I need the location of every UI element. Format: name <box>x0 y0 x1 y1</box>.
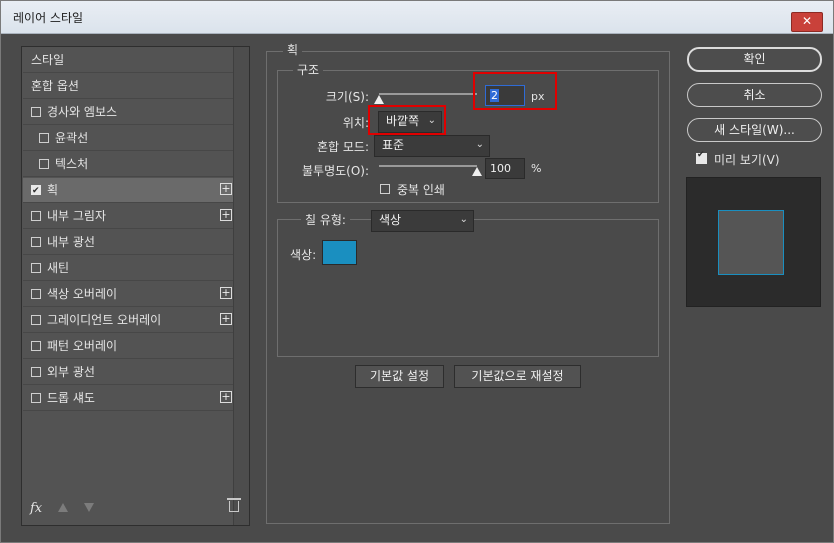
sidebar-item[interactable]: 혼합 옵션 <box>23 74 234 99</box>
fx-menu-icon[interactable]: fx <box>30 501 42 516</box>
size-highlight-box <box>473 72 557 110</box>
size-slider-thumb[interactable] <box>374 95 384 104</box>
sidebar-item[interactable]: 경사와 엠보스 <box>23 100 234 125</box>
style-list-scrollbar[interactable] <box>233 47 249 525</box>
preview-checkbox[interactable] <box>696 150 707 164</box>
sidebar-item-checkbox[interactable] <box>31 179 41 203</box>
fill-type-value: 색상 <box>379 213 402 227</box>
sidebar-item-label: 내부 광선 <box>47 235 95 249</box>
sidebar-item-label: 그레이디언트 오버레이 <box>47 313 162 327</box>
sidebar-item-label: 외부 광선 <box>47 365 95 379</box>
sidebar-item[interactable]: 텍스처 <box>23 152 234 177</box>
sidebar-item-checkbox[interactable] <box>31 393 41 403</box>
opacity-slider-track[interactable] <box>379 165 477 167</box>
opacity-label: 불투명도(O): <box>301 164 369 178</box>
stroke-color-swatch[interactable] <box>322 240 357 265</box>
sidebar-item-label: 경사와 엠보스 <box>47 105 118 119</box>
sidebar-item[interactable]: 획+ <box>23 178 234 203</box>
blend-mode-value: 표준 <box>382 138 405 152</box>
sidebar-item-label: 획 <box>47 183 59 197</box>
fill-type-label: 칠 유형: <box>301 211 350 228</box>
structure-title: 구조 <box>293 61 324 78</box>
sidebar-item[interactable]: 드롭 섀도 + <box>23 386 234 411</box>
cancel-button[interactable]: 취소 <box>687 83 822 107</box>
title-bar: 레이어 스타일 ✕ <box>1 1 833 34</box>
sidebar-item[interactable]: 외부 광선 <box>23 360 234 385</box>
style-preview <box>686 177 821 307</box>
sidebar-item-label: 패턴 오버레이 <box>47 339 118 353</box>
sidebar-item-label: 드롭 섀도 <box>47 391 95 405</box>
style-list-panel: 스타일혼합 옵션경사와 엠보스윤곽선텍스처획+내부 그림자+내부 광선새틴색상 … <box>21 46 250 526</box>
overprint-label: 중복 인쇄 <box>397 183 445 197</box>
color-label: 색상: <box>290 248 317 262</box>
add-effect-icon[interactable]: + <box>220 313 232 325</box>
sidebar-item-checkbox[interactable] <box>31 263 41 273</box>
sidebar-item[interactable]: 내부 광선 <box>23 230 234 255</box>
add-effect-icon[interactable]: + <box>220 391 232 403</box>
sidebar-item-label: 내부 그림자 <box>47 209 107 223</box>
preview-label: 미리 보기(V) <box>714 153 780 167</box>
sidebar-item-label: 스타일 <box>31 53 65 67</box>
sidebar-item-checkbox[interactable] <box>31 289 41 299</box>
sidebar-item[interactable]: 그레이디언트 오버레이 + <box>23 308 234 333</box>
layer-style-dialog: 레이어 스타일 ✕ 스타일혼합 옵션경사와 엠보스윤곽선텍스처획+내부 그림자+… <box>0 0 834 543</box>
opacity-unit: % <box>531 162 542 175</box>
sidebar-item[interactable]: 내부 그림자 + <box>23 204 234 229</box>
close-button[interactable]: ✕ <box>791 12 823 32</box>
new-style-button[interactable]: 새 스타일(W)... <box>687 118 822 142</box>
overprint-checkbox[interactable] <box>380 184 390 194</box>
opacity-input[interactable]: 100 <box>485 158 525 179</box>
sidebar-item-checkbox[interactable] <box>31 315 41 325</box>
sidebar-item-label: 색상 오버레이 <box>47 287 118 301</box>
chevron-down-icon: ⌄ <box>459 214 468 225</box>
blend-mode-select[interactable]: 표준 ⌄ <box>374 135 490 157</box>
sidebar-item-checkbox[interactable] <box>31 211 41 221</box>
sidebar-item[interactable]: 스타일 <box>23 48 234 73</box>
make-default-button[interactable]: 기본값 설정 <box>355 365 444 388</box>
sidebar-item-checkbox[interactable] <box>31 107 41 117</box>
style-preview-sample <box>718 210 784 275</box>
sidebar-item-checkbox[interactable] <box>31 237 41 247</box>
fill-type-select[interactable]: 색상 ⌄ <box>371 210 474 232</box>
add-effect-icon[interactable]: + <box>220 183 232 195</box>
sidebar-item[interactable]: 패턴 오버레이 <box>23 334 234 359</box>
add-effect-icon[interactable]: + <box>220 287 232 299</box>
size-slider-track[interactable] <box>379 93 477 95</box>
sidebar-item-label: 혼합 옵션 <box>31 79 79 93</box>
sidebar-item-label: 윤곽선 <box>55 131 89 145</box>
blend-mode-label: 혼합 모드: <box>316 140 369 154</box>
sidebar-item-label: 새틴 <box>47 261 70 275</box>
position-label: 위치: <box>342 116 369 130</box>
opacity-slider-thumb[interactable] <box>472 167 482 176</box>
sidebar-item-label: 텍스처 <box>55 157 89 171</box>
sidebar-item-checkbox[interactable] <box>31 341 41 351</box>
move-up-icon[interactable] <box>58 503 68 512</box>
sidebar-item-checkbox[interactable] <box>39 133 49 143</box>
add-effect-icon[interactable]: + <box>220 209 232 221</box>
trash-icon[interactable] <box>227 498 241 512</box>
sidebar-item[interactable]: 윤곽선 <box>23 126 234 151</box>
window-title: 레이어 스타일 <box>13 11 84 25</box>
style-list-footer: fx <box>22 495 249 525</box>
position-highlight-box <box>368 105 446 135</box>
stroke-section-title: 획 <box>283 41 303 58</box>
sidebar-item[interactable]: 새틴 <box>23 256 234 281</box>
size-label: 크기(S): <box>325 90 369 104</box>
sidebar-item-checkbox[interactable] <box>39 159 49 169</box>
ok-button[interactable]: 확인 <box>687 47 822 72</box>
sidebar-item-checkbox[interactable] <box>31 367 41 377</box>
sidebar-item[interactable]: 색상 오버레이 + <box>23 282 234 307</box>
move-down-icon[interactable] <box>84 503 94 512</box>
reset-default-button[interactable]: 기본값으로 재설정 <box>454 365 581 388</box>
chevron-down-icon: ⌄ <box>475 139 484 150</box>
